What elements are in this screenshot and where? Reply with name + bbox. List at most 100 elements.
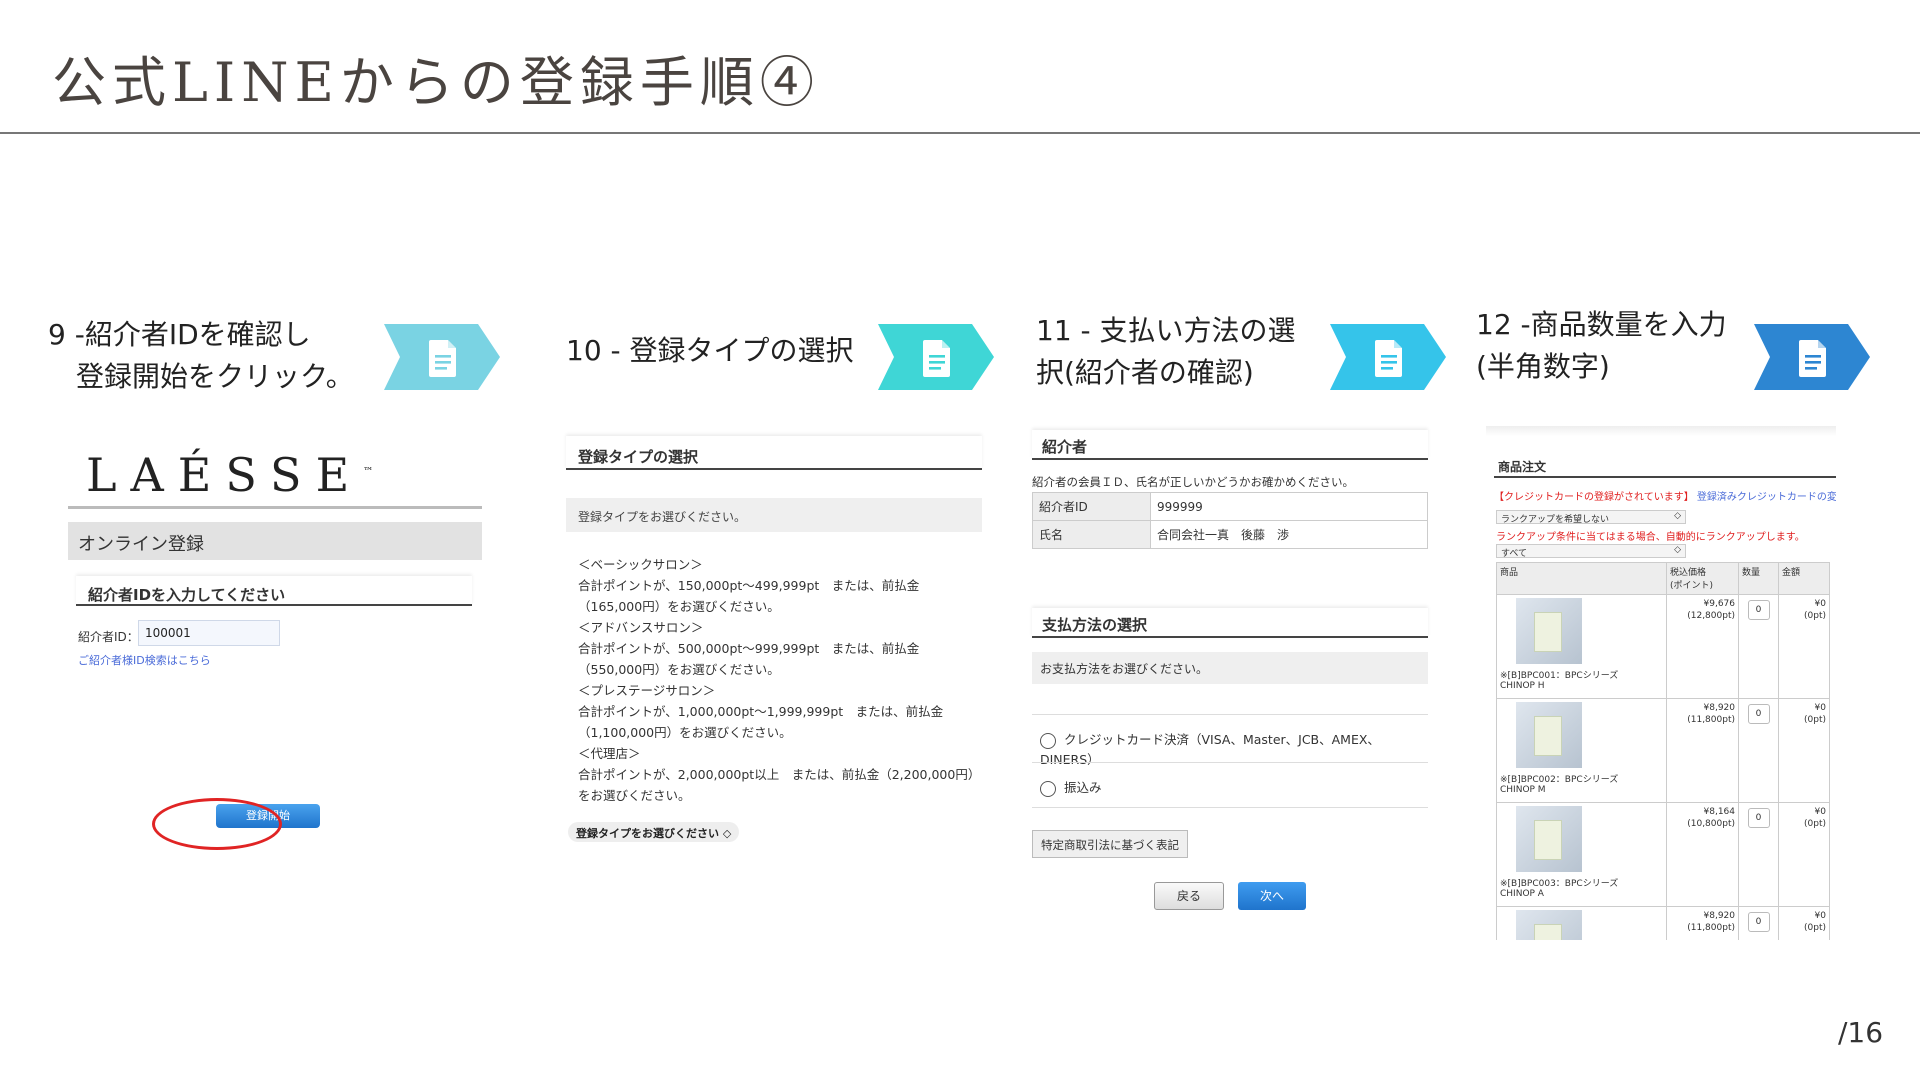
desc-line: 合計ポイントが、500,000pt〜999,999pt または、前払金 [578, 641, 920, 656]
product-amount: ¥0 (0pt) [1778, 802, 1830, 907]
title-divider [0, 132, 1920, 134]
credit-card-registered-note: 【クレジットカードの登録がされています】 登録済みクレジットカードの変更 [1494, 488, 1836, 503]
step-9-line2: 登録開始をクリック。 [48, 360, 354, 393]
step-11-arrow [1330, 324, 1446, 390]
table-value: 999999 [1150, 492, 1428, 521]
quantity-input[interactable]: 0 [1747, 912, 1770, 932]
product-cell: ※[B]BPC001：BPCシリーズ CHINOP H [1496, 594, 1667, 699]
referrer-note: 紹介者の会員ＩＤ、氏名が正しいかどうかお確かめください。 [1032, 475, 1354, 489]
table-header-row: 商品 税込価格 (ポイント) 数量 金額 [1496, 562, 1830, 595]
radio-icon[interactable] [1040, 780, 1056, 797]
table-row: ¥8,920 (11,800pt) 0 ¥0 (0pt) [1496, 906, 1830, 940]
referrer-id-label: 紹介者ID： [78, 630, 139, 644]
product-amount: ¥0 (0pt) [1778, 906, 1830, 940]
desc-line: （550,000円）をお選びください。 [578, 662, 780, 677]
column-header: 金額 [1778, 562, 1830, 595]
step-10-line1: 10 - 登録タイプの選択 [566, 334, 854, 367]
product-image [1516, 806, 1582, 872]
qty-cell: 0 [1738, 594, 1779, 699]
quantity-input[interactable]: 0 [1747, 704, 1770, 724]
registration-type-select[interactable]: 登録タイプをお選びください ◇ [568, 822, 740, 842]
step-10-arrow [878, 324, 994, 390]
logo-divider [68, 506, 482, 509]
step-12-line2: (半角数字) [1476, 350, 1610, 383]
screenshot-online-registration: LAÉSSE™ オンライン登録 紹介者IDを入力してください 紹介者ID： 10… [66, 440, 486, 860]
product-amount: ¥0 (0pt) [1778, 698, 1830, 803]
page-number: /16 [1838, 1016, 1884, 1049]
screenshot-payment-method: 紹介者 紹介者の会員ＩＤ、氏名が正しいかどうかお確かめください。 紹介者ID 9… [1030, 430, 1430, 914]
referrer-table: 紹介者ID 999999 氏名 合同会社一真 後藤 渉 [1032, 492, 1428, 549]
desc-line: （165,000円）をお選びください。 [578, 599, 780, 614]
screenshot-product-order: 商品注文 【クレジットカードの登録がされています】 登録済みクレジットカードの変… [1486, 426, 1836, 940]
document-icon [923, 340, 950, 377]
credit-card-option[interactable]: クレジットカード決済（VISA、Master、JCB、AMEX、DINERS） [1032, 714, 1428, 767]
product-cell: ※[B]BPC003：BPCシリーズ CHINOP A [1496, 802, 1667, 907]
back-button[interactable]: 戻る [1154, 882, 1224, 910]
chevron-arrow-icon [1330, 324, 1446, 390]
bank-transfer-label: 振込み [1064, 780, 1102, 795]
chevron-arrow-icon [1754, 324, 1870, 390]
commercial-law-button[interactable]: 特定商取引法に基づく表記 [1032, 830, 1188, 858]
chevron-arrow-icon [384, 324, 500, 390]
chevron-arrow-icon [878, 324, 994, 390]
desc-line: ＜プレステージサロン＞ [578, 683, 716, 698]
product-price: ¥8,920 (11,800pt) [1666, 906, 1739, 940]
referrer-id-heading: 紹介者IDを入力してください [76, 576, 472, 606]
table-value: 合同会社一真 後藤 渉 [1150, 520, 1428, 549]
product-name: ※[B]BPC003：BPCシリーズ CHINOP A [1500, 879, 1619, 899]
step-11-label: 11 - 支払い方法の選 択(紹介者の確認) [1036, 310, 1296, 394]
product-price: ¥8,164 (10,800pt) [1666, 802, 1739, 907]
highlight-circle [152, 798, 282, 850]
select-chevron-icon: ◇ [1674, 511, 1681, 521]
desc-line: 合計ポイントが、1,000,000pt〜1,999,999pt または、前払金 [578, 704, 944, 719]
registration-type-heading: 登録タイプの選択 [566, 436, 982, 470]
document-icon [1799, 340, 1826, 377]
step-12-arrow [1754, 324, 1870, 390]
table-row: 氏名 合同会社一真 後藤 渉 [1032, 520, 1428, 549]
registration-type-descriptions: ＜ベーシックサロン＞ 合計ポイントが、150,000pt〜499,999pt ま… [578, 554, 981, 806]
online-registration-band: オンライン登録 [68, 522, 482, 560]
step-12-line1: 12 -商品数量を入力 [1476, 308, 1727, 341]
bank-transfer-option[interactable]: 振込み [1032, 762, 1428, 808]
product-amount: ¥0 (0pt) [1778, 594, 1830, 699]
step-9-label: 9 -紹介者IDを確認し 登録開始をクリック。 [48, 314, 354, 398]
step-12-label: 12 -商品数量を入力 (半角数字) [1476, 304, 1727, 388]
next-button[interactable]: 次へ [1238, 882, 1306, 910]
table-row: 紹介者ID 999999 [1032, 492, 1428, 521]
product-table: 商品 税込価格 (ポイント) 数量 金額 ※[B]BPC001：BPCシリーズ … [1496, 562, 1830, 940]
quantity-input[interactable]: 0 [1747, 808, 1770, 828]
radio-icon[interactable] [1040, 732, 1056, 749]
step-9-arrow [384, 324, 500, 390]
desc-line: 合計ポイントが、2,000,000pt以上 または、前払金（2,200,000円… [578, 767, 981, 782]
screenshot-registration-type: 登録タイプの選択 登録タイプをお選びください。 ＜ベーシックサロン＞ 合計ポイン… [566, 432, 982, 844]
qty-cell: 0 [1738, 698, 1779, 803]
step-11-line1: 11 - 支払い方法の選 [1036, 314, 1296, 347]
desc-line: （1,100,000円）をお選びください。 [578, 725, 792, 740]
select-chevron-icon: ◇ [1674, 545, 1681, 555]
laesse-logo: LAÉSSE™ [86, 448, 374, 502]
payment-method-heading: 支払方法の選択 [1032, 608, 1428, 638]
product-image [1516, 910, 1582, 940]
step-9-line1: 9 -紹介者IDを確認し [48, 318, 311, 351]
referrer-id-input[interactable]: 100001 [138, 620, 280, 646]
category-select[interactable]: すべて ◇ [1496, 544, 1686, 559]
rankup-select[interactable]: ランクアップを希望しない ◇ [1496, 510, 1686, 525]
change-card-link[interactable]: 登録済みクレジットカードの変更 [1697, 492, 1836, 503]
qty-cell: 0 [1738, 802, 1779, 907]
column-header: 税込価格 (ポイント) [1666, 562, 1739, 595]
step-10-label: 10 - 登録タイプの選択 [566, 330, 854, 372]
product-price: ¥9,676 (12,800pt) [1666, 594, 1739, 699]
desc-line: ＜代理店＞ [578, 746, 641, 761]
product-price: ¥8,920 (11,800pt) [1666, 698, 1739, 803]
table-row: ※[B]BPC003：BPCシリーズ CHINOP A ¥8,164 (10,8… [1496, 802, 1830, 907]
document-icon [1375, 340, 1402, 377]
product-name: ※[B]BPC001：BPCシリーズ CHINOP H [1500, 671, 1619, 691]
page-title: 公式LINEからの登録手順④ [52, 51, 820, 114]
quantity-input[interactable]: 0 [1747, 600, 1770, 620]
desc-line: をお選びください。 [578, 788, 691, 803]
rankup-note: ランクアップ条件に当てはまる場合、自動的にランクアップします。 [1496, 532, 1805, 543]
payment-method-prompt: お支払方法をお選びください。 [1032, 652, 1428, 684]
product-image [1516, 702, 1582, 768]
referrer-id-search-link[interactable]: ご紹介者様ID検索はこちら [78, 652, 211, 668]
product-image [1516, 598, 1582, 664]
